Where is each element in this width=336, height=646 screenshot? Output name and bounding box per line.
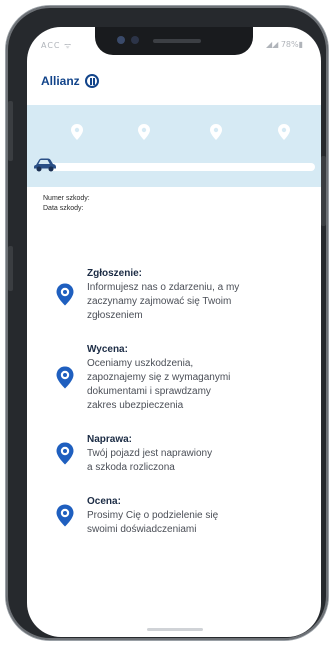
speaker-grille bbox=[153, 39, 201, 43]
phone-screen: ACC ᯤ ◢◢ 78%▮ Allianz Numer szkody: Data… bbox=[27, 27, 321, 637]
step-line: zakres ubezpieczenia bbox=[87, 400, 184, 411]
phone-frame: ACC ᯤ ◢◢ 78%▮ Allianz Numer szkody: Data… bbox=[6, 6, 328, 640]
step-title: Wycena: bbox=[87, 344, 128, 355]
location-pin-icon bbox=[56, 504, 74, 527]
camera-icon bbox=[117, 36, 125, 44]
notch bbox=[95, 27, 253, 55]
step-title: Naprawa: bbox=[87, 434, 133, 445]
location-pin-icon bbox=[56, 442, 74, 465]
stage-pin-icon bbox=[210, 124, 222, 140]
volume-button bbox=[8, 101, 13, 161]
power-button bbox=[321, 156, 326, 226]
step-line: zgłoszeniem bbox=[87, 310, 143, 321]
allianz-eagle-icon bbox=[84, 74, 99, 88]
step-item: Zgłoszenie: Informujesz nas o zdarzeniu,… bbox=[55, 267, 295, 323]
step-line: swoimi doświadczeniami bbox=[87, 524, 197, 535]
sensor-icon bbox=[131, 36, 139, 44]
step-line: zapoznajemy się z wymaganymi bbox=[87, 372, 231, 383]
volume-down-button bbox=[8, 246, 13, 291]
location-pin-icon bbox=[56, 366, 74, 389]
stage-pin-icon bbox=[138, 124, 150, 140]
car-icon bbox=[34, 158, 56, 172]
step-line: Prosimy Cię o podzielenie się bbox=[87, 510, 219, 521]
step-line: Oceniamy uszkodzenia, bbox=[87, 358, 194, 369]
home-indicator[interactable] bbox=[147, 628, 203, 631]
claim-date-label: Data szkody: bbox=[43, 205, 84, 212]
logo-text: Allianz bbox=[41, 74, 80, 88]
step-item: Wycena: Oceniamy uszkodzenia, zapoznajem… bbox=[55, 343, 295, 413]
claim-progress-banner bbox=[27, 105, 321, 187]
stage-pin-icon bbox=[71, 124, 83, 140]
step-line: Informujesz nas o zdarzeniu, a my bbox=[87, 282, 240, 293]
battery-status: ◢◢ 78%▮ bbox=[265, 40, 303, 49]
step-item: Naprawa: Twój pojazd jest naprawiony a s… bbox=[55, 433, 295, 475]
claim-number-label: Numer szkody: bbox=[43, 195, 90, 202]
step-line: Twój pojazd jest naprawiony bbox=[87, 448, 213, 459]
step-line: a szkoda rozliczona bbox=[87, 462, 175, 473]
step-title: Zgłoszenie: bbox=[87, 268, 143, 279]
claim-info: Numer szkody: Data szkody: bbox=[43, 194, 90, 214]
step-title: Ocena: bbox=[87, 496, 121, 507]
stage-pin-icon bbox=[278, 124, 290, 140]
step-line: zaczynamy zajmować się Twoim bbox=[87, 296, 232, 307]
step-line: dokumentami i sprawdzamy bbox=[87, 386, 211, 397]
app-logo[interactable]: Allianz bbox=[41, 71, 99, 91]
location-pin-icon bbox=[56, 283, 74, 306]
carrier-status: ACC ᯤ bbox=[41, 41, 73, 50]
progress-track bbox=[49, 163, 315, 171]
step-item: Ocena: Prosimy Cię o podzielenie się swo… bbox=[55, 495, 295, 537]
claim-steps-list: Zgłoszenie: Informujesz nas o zdarzeniu,… bbox=[55, 267, 295, 557]
